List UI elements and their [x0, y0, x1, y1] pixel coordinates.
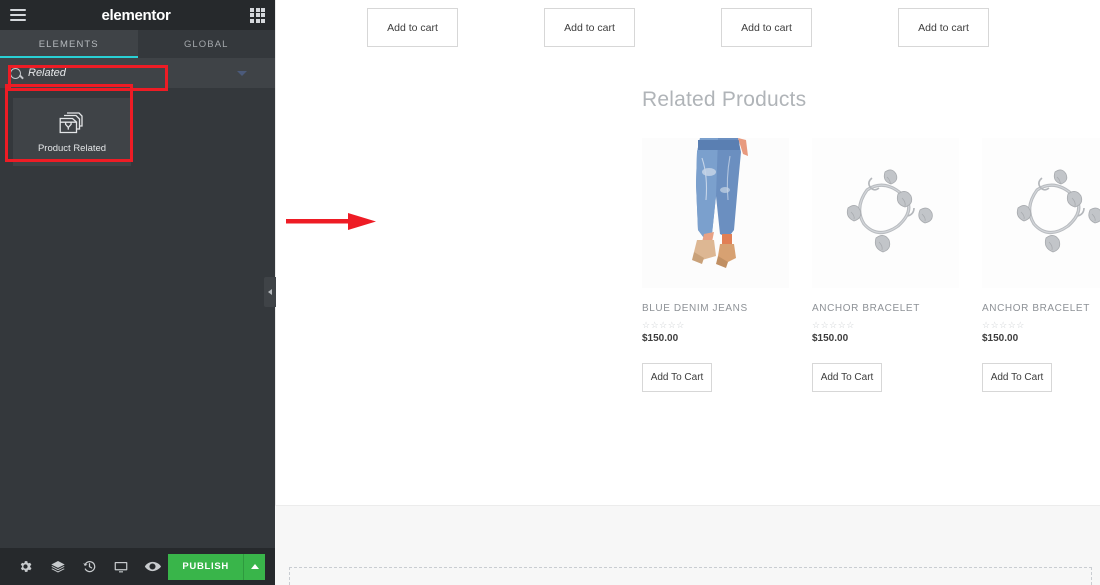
widget-results-area: Product Related: [0, 84, 275, 548]
add-to-cart-button[interactable]: Add To Cart: [812, 363, 882, 392]
widget-product-related[interactable]: Product Related: [13, 98, 131, 166]
navigator-layers-icon[interactable]: [42, 548, 74, 585]
upsell-cart-row: Add to cart Add to cart Add to cart Add …: [275, 0, 1100, 47]
hamburger-icon[interactable]: [10, 9, 26, 21]
panel-collapse-chevron-left-icon[interactable]: [264, 277, 276, 307]
panel-header: elementor: [0, 0, 275, 30]
chevron-down-icon[interactable]: [237, 70, 247, 76]
search-input[interactable]: [28, 67, 178, 79]
responsive-mode-icon[interactable]: [105, 548, 137, 585]
top-cart-cell: Add to cart: [721, 8, 898, 47]
top-cart-cell: Add to cart: [898, 8, 1075, 47]
top-cart-cell: Add to cart: [544, 8, 721, 47]
product-price: $150.00: [982, 333, 1019, 344]
product-title[interactable]: ANCHOR BRACELET: [812, 301, 947, 316]
elementor-editor: elementor ELEMENTS GLOBAL Related Produc…: [0, 0, 1100, 585]
product-image-anchor-bracelet[interactable]: [812, 138, 959, 288]
publish-options-chevron-up-icon[interactable]: [243, 553, 265, 580]
tab-global[interactable]: GLOBAL: [137, 30, 275, 58]
product-cart-wrap: Add To Cart: [982, 363, 1100, 392]
product-title[interactable]: BLUE DENIM JEANS: [642, 301, 777, 316]
widget-search-row: [0, 58, 275, 88]
product-price: $150.00: [642, 333, 679, 344]
add-to-cart-button[interactable]: Add to cart: [544, 8, 635, 47]
related-products-heading: Related Products: [642, 88, 807, 111]
product-rating-stars: ☆☆☆☆☆: [812, 320, 855, 330]
empty-section-placeholder[interactable]: [289, 567, 1092, 585]
add-to-cart-button[interactable]: Add to cart: [898, 8, 989, 47]
related-products-grid: BLUE DENIM JEANS ☆☆☆☆☆ $150.00 Add To Ca…: [642, 138, 1100, 407]
widget-label: Product Related: [37, 143, 107, 154]
annotation-arrow: [286, 212, 378, 237]
top-cart-cell: Add to cart: [367, 8, 544, 47]
product-card: ANCHOR BRACELET ☆☆☆☆☆ $150.00 Add To Car…: [982, 138, 1100, 407]
product-related-icon: [59, 112, 83, 134]
product-card: ANCHOR BRACELET ☆☆☆☆☆ $150.00 Add To Car…: [812, 138, 982, 407]
product-image-anchor-bracelet[interactable]: [982, 138, 1100, 288]
add-to-cart-button[interactable]: Add To Cart: [982, 363, 1052, 392]
add-to-cart-button[interactable]: Add To Cart: [642, 363, 712, 392]
history-icon[interactable]: [73, 548, 105, 585]
product-card: BLUE DENIM JEANS ☆☆☆☆☆ $150.00 Add To Ca…: [642, 138, 812, 407]
product-price: $150.00: [812, 333, 849, 344]
panel-footer: PUBLISH: [0, 548, 275, 585]
editor-canvas: Add to cart Add to cart Add to cart Add …: [275, 0, 1100, 585]
product-title[interactable]: ANCHOR BRACELET: [982, 301, 1100, 316]
product-image-blue-denim-jeans[interactable]: [642, 138, 789, 288]
app-grid-icon[interactable]: [250, 7, 265, 23]
product-rating-stars: ☆☆☆☆☆: [982, 320, 1025, 330]
product-cart-wrap: Add To Cart: [642, 363, 812, 392]
add-to-cart-button[interactable]: Add to cart: [367, 8, 458, 47]
elementor-panel: elementor ELEMENTS GLOBAL Related Produc…: [0, 0, 276, 585]
publish-button-group: PUBLISH: [168, 553, 265, 580]
elementor-logo: elementor: [101, 6, 171, 24]
add-to-cart-button[interactable]: Add to cart: [721, 8, 812, 47]
preview-eye-icon[interactable]: [137, 548, 169, 585]
product-cart-wrap: Add To Cart: [812, 363, 982, 392]
tab-elements[interactable]: ELEMENTS: [0, 30, 138, 58]
panel-tabs: ELEMENTS GLOBAL: [0, 30, 275, 58]
product-rating-stars: ☆☆☆☆☆: [642, 320, 685, 330]
publish-button[interactable]: PUBLISH: [168, 553, 243, 580]
search-icon: [10, 67, 21, 79]
settings-gear-icon[interactable]: [10, 548, 42, 585]
